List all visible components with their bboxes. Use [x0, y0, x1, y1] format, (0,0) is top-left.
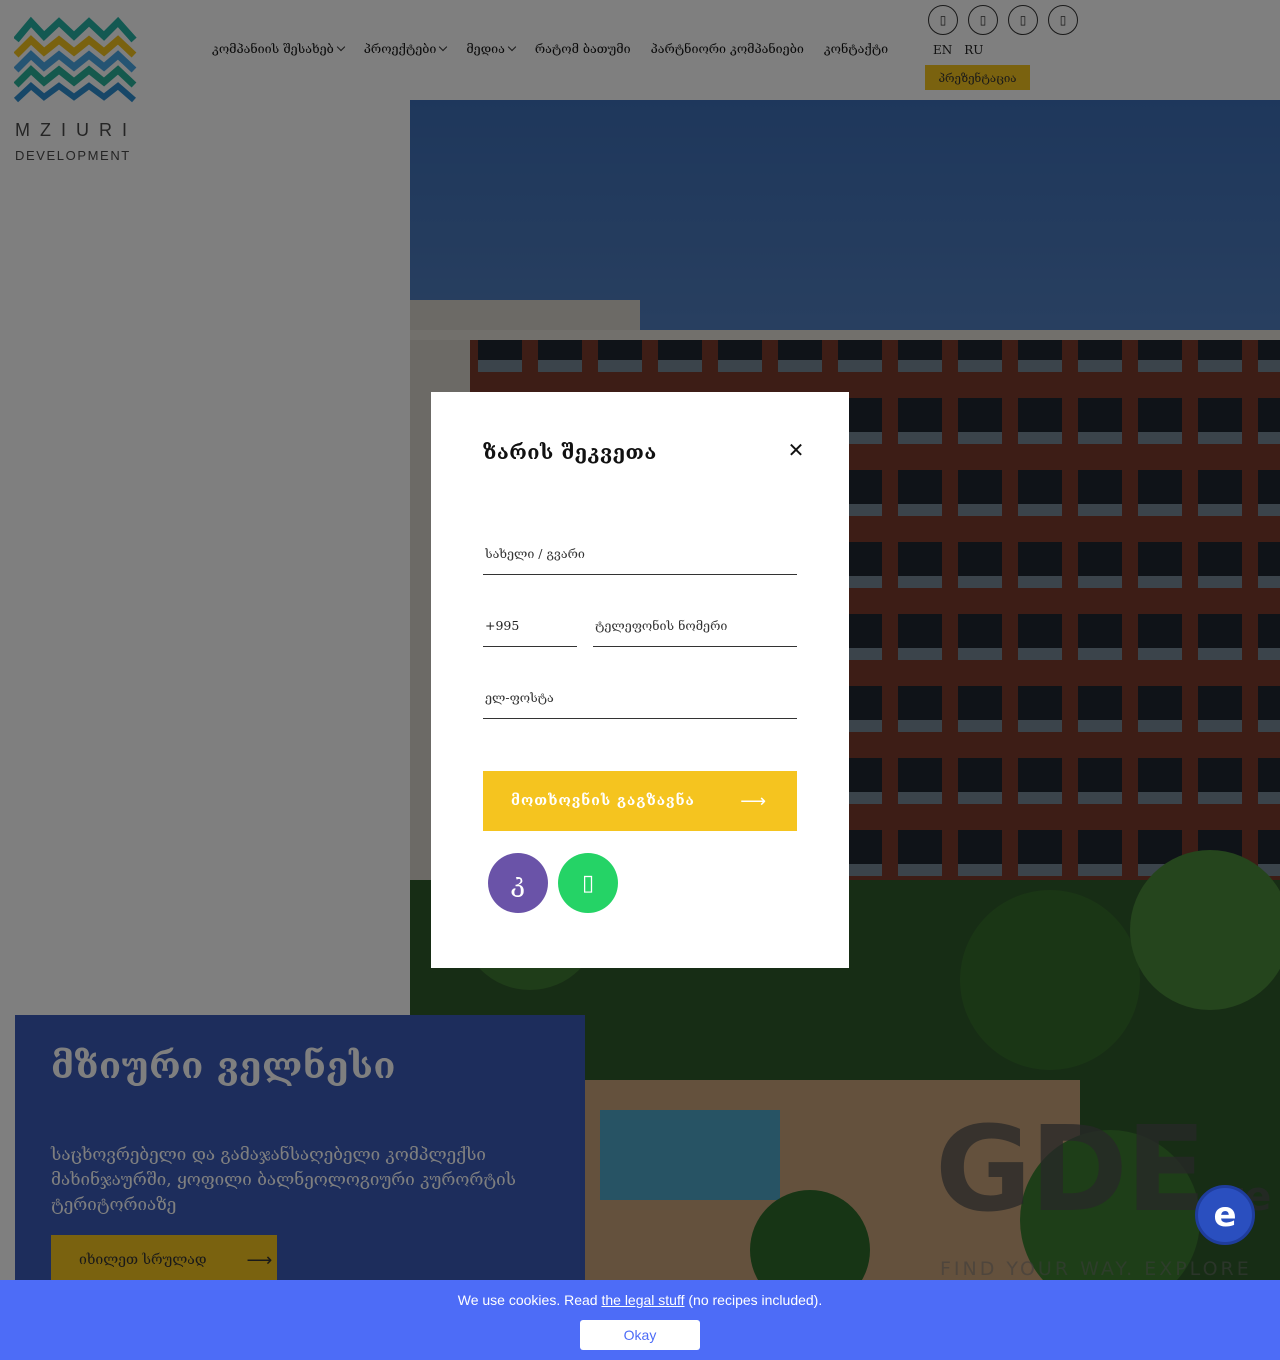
arrow-right-icon: ⟶	[740, 790, 767, 812]
chat-icon: e	[1213, 1195, 1237, 1235]
watermark-text: GDE	[935, 1100, 1206, 1238]
chat-widget-button[interactable]: e	[1195, 1185, 1255, 1245]
country-code-input[interactable]	[483, 604, 577, 647]
callback-modal: ზარის შეკვეთა ✕ მოთხოვნის გაგზავნა ⟶ კ ▯	[431, 392, 849, 968]
cookie-message: We use cookies. Read the legal stuff (no…	[0, 1292, 1280, 1308]
cookie-okay-button[interactable]: Okay	[580, 1320, 700, 1350]
email-input[interactable]	[483, 676, 797, 719]
cookie-banner: We use cookies. Read the legal stuff (no…	[0, 1280, 1280, 1360]
cookie-text: We use cookies. Read	[457, 1292, 602, 1308]
watermark-subtitle: FIND YOUR WAY. EXPLORE	[940, 1258, 1252, 1280]
name-input[interactable]	[483, 532, 797, 575]
viber-icon: კ	[510, 868, 526, 898]
submit-label: მოთხოვნის გაგზავნა	[511, 793, 695, 809]
cookie-text: (no recipes included).	[684, 1292, 823, 1308]
whatsapp-button[interactable]: ▯	[558, 853, 618, 913]
modal-title: ზარის შეკვეთა	[483, 440, 657, 464]
submit-request-button[interactable]: მოთხოვნის გაგზავნა ⟶	[483, 771, 797, 831]
whatsapp-icon: ▯	[581, 870, 595, 896]
viber-call-button[interactable]: კ	[488, 853, 548, 913]
close-icon[interactable]: ✕	[785, 440, 807, 462]
phone-input[interactable]	[593, 604, 797, 647]
legal-link[interactable]: the legal stuff	[601, 1292, 684, 1308]
